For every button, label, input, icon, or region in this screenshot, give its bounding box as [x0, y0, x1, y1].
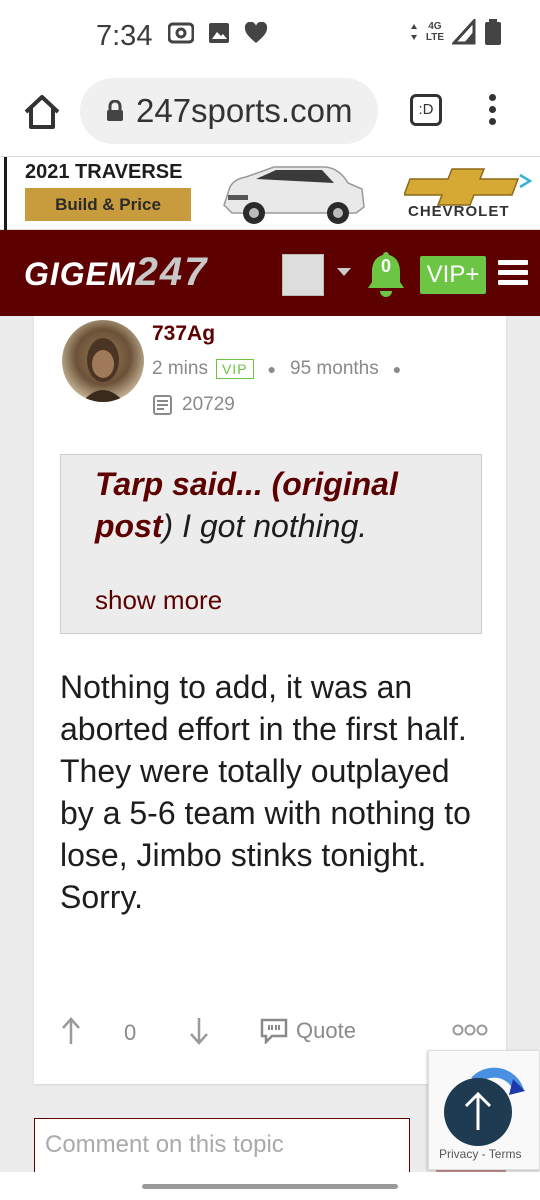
data-arrows-icon	[410, 24, 417, 40]
user-avatar[interactable]	[282, 254, 324, 296]
home-icon[interactable]	[22, 92, 62, 132]
vip-button[interactable]: VIP+	[420, 256, 486, 294]
logo-number: 247	[135, 250, 209, 294]
url-text: 247sports.com	[136, 92, 353, 129]
quote-button[interactable]: Quote	[260, 1018, 356, 1044]
gesture-bar	[0, 1172, 540, 1200]
build-price-button[interactable]: Build & Price	[25, 188, 191, 221]
downvote-icon[interactable]	[188, 1016, 210, 1046]
quoted-post: Tarp said... (original post) I got nothi…	[60, 454, 482, 634]
posts-icon	[153, 395, 172, 415]
image-icon	[209, 23, 229, 43]
ad-brand-text: CHEVROLET	[408, 203, 510, 220]
radio-icon	[168, 22, 194, 44]
quote-icon	[260, 1018, 288, 1044]
recaptcha-links[interactable]: Privacy - Terms	[439, 1147, 521, 1161]
post-time: 2 mins	[152, 358, 208, 379]
post-username[interactable]: 737Ag	[152, 322, 215, 346]
ad-left-panel: 2021 TRAVERSE Build & Price	[4, 157, 192, 231]
site-header: GIGEM247 0 VIP+	[0, 230, 540, 316]
more-options-icon[interactable]	[452, 1024, 488, 1036]
comment-placeholder: Comment on this topic	[45, 1131, 284, 1158]
browser-address-bar: 247sports.com :D	[0, 74, 540, 156]
vip-badge: VIP	[215, 359, 254, 379]
network-type: 4G LTE	[426, 21, 444, 43]
status-time: 7:34	[96, 20, 153, 52]
content-area: 737Ag 2 mins VIP ● 95 months ● 20729 Tar…	[0, 316, 540, 1200]
quote-text-block: Tarp said... (original post) I got nothi…	[95, 463, 465, 547]
signal-icon	[452, 19, 476, 45]
avatar-image	[82, 338, 124, 402]
notifications-button[interactable]: 0	[366, 250, 406, 298]
vote-count: 0	[124, 1020, 137, 1045]
quote-close-paren: )	[162, 508, 174, 544]
arrow-up-icon	[464, 1091, 492, 1130]
separator-dot-icon: ●	[392, 361, 402, 377]
comment-input[interactable]: Comment on this topic	[34, 1118, 410, 1178]
show-more-link[interactable]: show more	[95, 585, 222, 616]
ad-banner[interactable]: 2021 TRAVERSE Build & Price CHEVROLET	[0, 156, 540, 231]
network-type-bottom: LTE	[425, 32, 444, 43]
site-logo[interactable]: GIGEM247	[24, 250, 208, 295]
upvote-icon[interactable]	[60, 1016, 82, 1046]
quote-label: Quote	[296, 1018, 356, 1043]
battery-icon	[485, 19, 501, 45]
post-actions: 0 Quote	[60, 1016, 490, 1056]
car-image	[223, 166, 365, 224]
status-bar: 7:34 4G LTE	[0, 0, 540, 74]
hamburger-menu-icon[interactable]	[498, 260, 528, 286]
quote-text: I got nothing.	[173, 508, 368, 544]
separator-dot-icon: ●	[267, 361, 277, 377]
network-type-top: 4G	[428, 21, 442, 32]
ad-title: 2021 TRAVERSE	[25, 161, 183, 183]
status-icons-left	[168, 22, 268, 44]
heart-icon	[244, 22, 268, 43]
scroll-to-top-button[interactable]	[444, 1078, 512, 1146]
post-card: 737Ag 2 mins VIP ● 95 months ● 20729 Tar…	[34, 316, 506, 1084]
post-count: 20729	[182, 394, 235, 415]
tabs-button[interactable]: :D	[410, 94, 442, 126]
chevron-down-icon[interactable]	[337, 268, 351, 276]
lock-icon	[107, 100, 123, 121]
browser-menu-icon[interactable]	[482, 94, 502, 130]
status-icons-right: 4G LTE	[410, 18, 502, 46]
url-field[interactable]: 247sports.com	[80, 78, 378, 144]
post-meta: 2 mins VIP ● 95 months ●	[152, 358, 407, 380]
post-author-avatar[interactable]	[62, 320, 144, 402]
home-gesture-handle[interactable]	[142, 1184, 398, 1189]
logo-text: GIGEM	[24, 256, 136, 292]
member-tenure: 95 months	[290, 358, 379, 379]
post-body: Nothing to add, it was an aborted effort…	[60, 669, 471, 915]
post-count-line: 20729	[152, 394, 235, 416]
notification-count: 0	[380, 256, 391, 276]
